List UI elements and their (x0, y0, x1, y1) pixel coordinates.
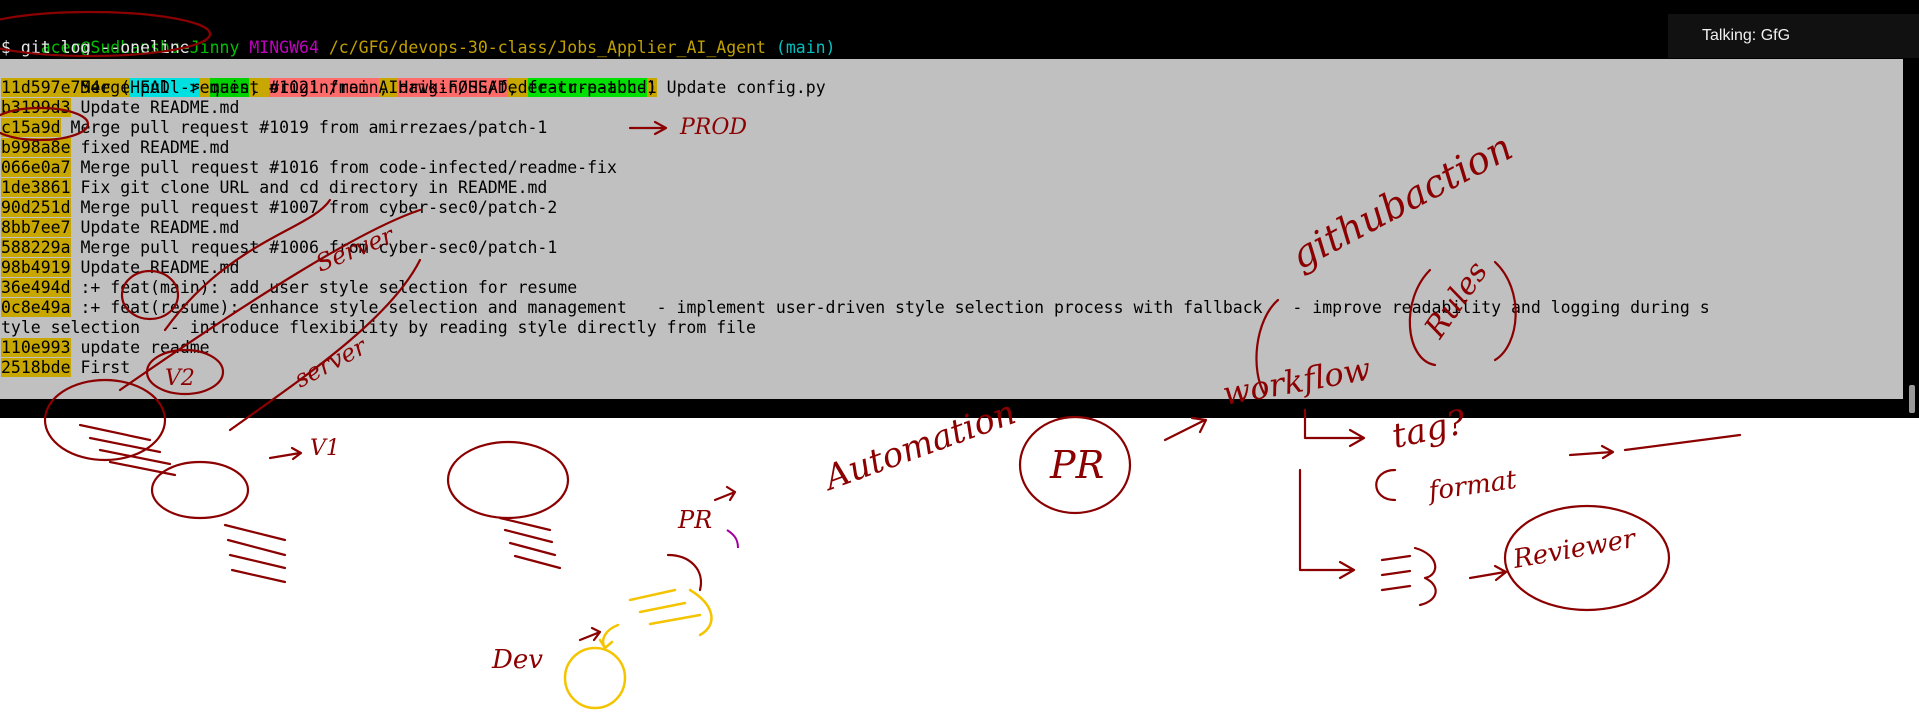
ink-highlight-lines (628, 588, 702, 626)
ink-curve-to-pr (666, 553, 703, 592)
ink-arrow-pr-small (713, 485, 737, 502)
commit-hash: 36e494d (1, 278, 71, 297)
commit-message: Update README.md (70, 98, 240, 117)
commit-message: :+ feat(resume): enhance style selection… (70, 298, 1710, 317)
commit-line: b3199d3 Update README.md (1, 98, 239, 118)
ink-server-stack-lines (78, 423, 177, 477)
ink-label-v1: V1 (310, 436, 340, 461)
commit-line: 588229a Merge pull request #1006 from cy… (1, 238, 557, 258)
ink-server-v1-lines (223, 523, 287, 584)
terminal-scrollbar[interactable] (1903, 59, 1919, 418)
commit-line: 110e993 update readme (1, 338, 210, 358)
commit-line: 98b4919 Update README.md (1, 258, 239, 278)
commit-message: Merge pull request #1006 from cyber-sec0… (70, 238, 558, 257)
ink-label-reviewer: Reviewer (1510, 524, 1639, 575)
commit-message: First (70, 358, 131, 377)
ink-circle-reviewer (1503, 504, 1671, 612)
commit-hash: 588229a (1, 238, 71, 257)
prompt-shell: MINGW64 (249, 38, 319, 57)
ink-arrow-workflow (1163, 416, 1208, 442)
commit-line-head: 8bb754e (HEAD -> main, origin/main, orig… (40, 78, 826, 97)
commit-message: Update config.py (656, 78, 826, 97)
commit-hash: 90d251d (1, 198, 71, 217)
ink-circle-pr-big (1018, 415, 1132, 515)
commit-wrapped-line: tyle selection - introduce flexibility b… (1, 318, 756, 337)
commit-message: fixed README.md (70, 138, 230, 157)
commit-line: 11d597e Merge pull request #1021 from AI… (1, 78, 657, 98)
ink-arrow-reviewer (1468, 564, 1508, 582)
commit-message: Merge pull request #1007 from cyber-sec0… (70, 198, 558, 217)
ink-arrow-dev (578, 626, 602, 642)
commit-message: :+ feat(main): add user style selection … (70, 278, 578, 297)
commit-line: 0c8e49a :+ feat(resume): enhance style s… (1, 298, 1710, 318)
prompt-line: acer@Sudhanshu-Jinny MINGW64 /c/GFG/devo… (1, 398, 836, 418)
commit-hash: 110e993 (1, 338, 71, 357)
prompt-path: /c/GFG/devops-30-class/Jobs_Applier_AI_A… (328, 38, 766, 57)
commit-line: b998a8e fixed README.md (1, 138, 230, 158)
ink-line-format (1623, 433, 1742, 452)
scrollbar-thumb[interactable] (1909, 385, 1915, 413)
text-selection-highlight (0, 59, 1903, 399)
commit-line: 1de3861 Fix git clone URL and cd directo… (1, 178, 547, 198)
command-line: $ git log --oneline (1, 38, 190, 57)
commit-line: 2518bde First (1, 358, 130, 378)
ink-arrow-reviewer-branch (1298, 468, 1356, 580)
commit-line: c15a9d Merge pull request #1019 from ami… (1, 118, 547, 138)
commit-line: 066e0a7 Merge pull request #1016 from co… (1, 158, 617, 178)
commit-message: Update README.md (70, 218, 240, 237)
ink-bracket-format (1375, 468, 1397, 502)
ink-label-pr-big: PR (1049, 443, 1104, 487)
ink-purple-mark (726, 529, 739, 549)
commit-hash: b3199d3 (1, 98, 71, 117)
commit-hash: c15a9d (1, 118, 61, 137)
ink-circle-server-mid (446, 440, 570, 520)
prompt-line: acer@Sudhanshu-Jinny MINGW64 /c/GFG/devo… (1, 18, 836, 57)
ink-arrow-v1 (268, 446, 303, 461)
ink-highlight-group (563, 588, 713, 710)
ink-circle-v1 (150, 460, 250, 520)
commit-line: 8bb7ee7 Update README.md (1, 218, 239, 238)
commit-hash: 2518bde (1, 358, 71, 377)
ink-server-mid-lines (498, 516, 562, 570)
ink-label-pr-small: PR (677, 506, 712, 534)
ink-highlight-bracket (688, 588, 713, 637)
ink-arrow-format (1568, 444, 1615, 460)
commit-hash: 1de3861 (1, 178, 71, 197)
commit-hash: 98b4919 (1, 258, 71, 277)
commit-hash: 11d597e (1, 78, 71, 97)
commit-line: 90d251d Merge pull request #1007 from cy… (1, 198, 557, 218)
commit-message: Merge pull request #1021 from AIHawk-FOS… (70, 78, 657, 97)
ink-highlight-circle (563, 646, 627, 710)
prompt-branch: (main) (775, 38, 836, 57)
commit-message: Update README.md (70, 258, 240, 277)
commit-message: Fix git clone URL and cd directory in RE… (70, 178, 548, 197)
commit-hash: 066e0a7 (1, 158, 71, 177)
commit-hash: b998a8e (1, 138, 71, 157)
ink-brace (1413, 546, 1437, 607)
terminal-window[interactable]: acer@Sudhanshu-Jinny MINGW64 /c/GFG/devo… (0, 0, 1919, 418)
commit-message: Merge pull request #1019 from amirrezaes… (60, 118, 548, 137)
commit-line: 36e494d :+ feat(main): add user style se… (1, 278, 577, 298)
ink-highlight-arrow (598, 623, 620, 650)
commit-message: update readme (70, 338, 210, 357)
ink-label-dev: Dev (491, 645, 543, 675)
commit-hash: 0c8e49a (1, 298, 71, 317)
call-notification[interactable]: Talking: GfG (1668, 14, 1919, 58)
commit-message: Merge pull request #1016 from code-infec… (70, 158, 617, 177)
ink-list-lines (1380, 554, 1412, 592)
commit-hash: 8bb7ee7 (1, 218, 71, 237)
ink-label-format: format (1425, 465, 1519, 507)
